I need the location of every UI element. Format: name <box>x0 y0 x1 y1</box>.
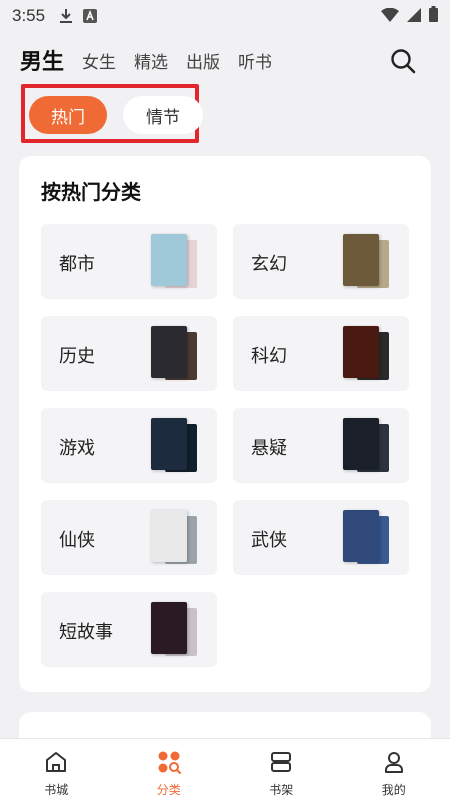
download-icon <box>59 8 73 24</box>
signal-icon <box>407 7 421 26</box>
search-icon[interactable] <box>390 48 416 74</box>
status-time: 3:55 <box>12 6 46 25</box>
nav-label: 我的 <box>381 783 406 797</box>
nav-bookstore[interactable]: 书城 <box>0 739 113 800</box>
book-cover <box>151 602 187 654</box>
category-icon <box>156 749 182 779</box>
category-short-stories[interactable]: 短故事 <box>41 592 217 667</box>
category-games[interactable]: 游戏 <box>41 408 217 483</box>
section-title: 按热门分类 <box>41 180 141 204</box>
bookshelf-icon <box>268 749 294 779</box>
sub-tabs: 热门 情节 <box>29 96 203 134</box>
category-label: 历史 <box>59 346 95 367</box>
wifi-icon <box>381 7 399 26</box>
category-label: 短故事 <box>59 622 113 643</box>
category-mystery[interactable]: 悬疑 <box>233 408 409 483</box>
nav-label: 分类 <box>156 783 181 797</box>
home-icon <box>43 749 69 779</box>
category-xianxia[interactable]: 仙侠 <box>41 500 217 575</box>
book-cover <box>343 326 379 378</box>
category-label: 游戏 <box>59 438 95 459</box>
book-cover <box>151 418 187 470</box>
subtab-plot[interactable]: 情节 <box>123 96 203 134</box>
category-history[interactable]: 历史 <box>41 316 217 391</box>
category-label: 武侠 <box>251 530 287 551</box>
category-scifi[interactable]: 科幻 <box>233 316 409 391</box>
book-cover <box>151 510 187 562</box>
category-section: 按热门分类 都市 玄幻 历史 科幻 游戏 悬疑 仙侠 武侠 短故事 <box>19 156 431 692</box>
book-cover <box>151 326 187 378</box>
nav-bookshelf[interactable]: 书架 <box>225 739 338 800</box>
category-label: 都市 <box>59 254 95 275</box>
tab-female[interactable]: 女生 <box>82 48 116 73</box>
nav-categories[interactable]: 分类 <box>113 739 226 800</box>
app-notification-icon <box>83 9 98 23</box>
book-cover <box>343 418 379 470</box>
profile-icon <box>381 749 407 779</box>
category-fantasy[interactable]: 玄幻 <box>233 224 409 299</box>
book-cover <box>343 510 379 562</box>
tab-published[interactable]: 出版 <box>186 48 220 73</box>
book-cover <box>343 234 379 286</box>
tab-audiobooks[interactable]: 听书 <box>238 48 272 73</box>
category-label: 仙侠 <box>59 530 95 551</box>
book-cover <box>151 234 187 286</box>
battery-icon <box>429 6 438 26</box>
category-label: 玄幻 <box>251 254 287 275</box>
category-urban[interactable]: 都市 <box>41 224 217 299</box>
status-bar: 3:55 <box>0 0 450 32</box>
top-nav: 男生 女生 精选 出版 听书 <box>0 40 450 80</box>
tab-featured[interactable]: 精选 <box>134 48 168 73</box>
tab-male[interactable]: 男生 <box>20 44 64 76</box>
category-label: 科幻 <box>251 346 287 367</box>
category-wuxia[interactable]: 武侠 <box>233 500 409 575</box>
subtab-popular[interactable]: 热门 <box>29 96 107 134</box>
nav-label: 书架 <box>269 783 294 797</box>
nav-profile[interactable]: 我的 <box>338 739 450 800</box>
category-label: 悬疑 <box>251 438 287 459</box>
bottom-nav: 书城 分类 书架 我的 <box>0 738 450 800</box>
nav-label: 书城 <box>44 783 69 797</box>
